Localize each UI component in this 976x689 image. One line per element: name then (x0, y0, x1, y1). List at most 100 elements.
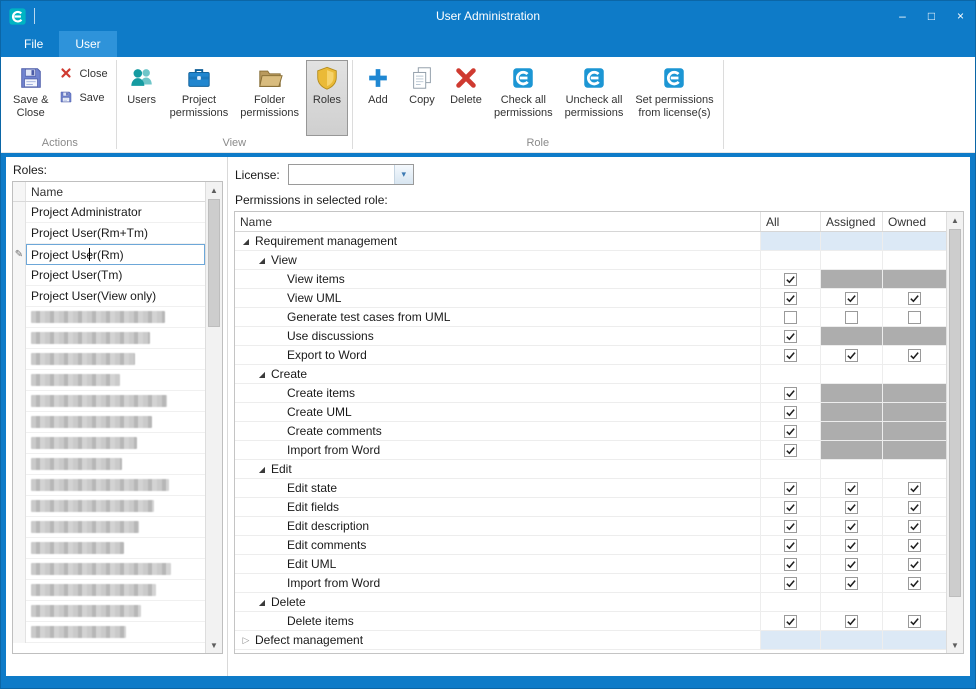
checkbox-checked[interactable] (908, 539, 921, 552)
expander-expanded-icon[interactable]: ◢ (256, 256, 268, 265)
ribbon-button-save-close[interactable]: Save & Close (8, 60, 53, 136)
roles-scrollbar-track[interactable] (206, 198, 222, 637)
roles-scrollbar[interactable]: ▲ ▼ (205, 182, 222, 653)
permission-row[interactable]: ◢Edit (235, 460, 946, 479)
scroll-down-icon[interactable]: ▼ (947, 637, 963, 653)
checkbox-checked[interactable] (845, 292, 858, 305)
checkbox-checked[interactable] (845, 482, 858, 495)
column-header-name[interactable]: Name (235, 212, 761, 231)
checkbox-checked[interactable] (908, 577, 921, 590)
permission-row[interactable]: ▷Defect management (235, 631, 946, 650)
permission-row[interactable]: Edit state (235, 479, 946, 498)
role-list-item[interactable] (13, 496, 205, 517)
checkbox-checked[interactable] (784, 425, 797, 438)
ribbon-button-folder-permissions[interactable]: Folder permissions (235, 60, 304, 136)
roles-name-column-header[interactable]: Name (26, 182, 205, 201)
checkbox-unchecked[interactable] (908, 311, 921, 324)
expander-expanded-icon[interactable]: ◢ (256, 598, 268, 607)
ribbon-button-save[interactable]: Save (55, 89, 111, 106)
ribbon-button-copy[interactable]: Copy (401, 60, 443, 136)
permission-row[interactable]: Edit comments (235, 536, 946, 555)
role-list-item[interactable] (13, 391, 205, 412)
permission-row[interactable]: Delete items (235, 612, 946, 631)
checkbox-checked[interactable] (784, 520, 797, 533)
permission-row[interactable]: View UML (235, 289, 946, 308)
permission-row[interactable]: Create comments (235, 422, 946, 441)
license-combobox[interactable]: ▾ (288, 164, 414, 185)
checkbox-checked[interactable] (845, 577, 858, 590)
checkbox-checked[interactable] (908, 349, 921, 362)
checkbox-checked[interactable] (845, 520, 858, 533)
ribbon-button-close[interactable]: Close (55, 65, 111, 82)
column-header-assigned[interactable]: Assigned (821, 212, 883, 231)
expander-expanded-icon[interactable]: ◢ (256, 370, 268, 379)
role-list-item[interactable] (13, 559, 205, 580)
permission-row[interactable]: Create items (235, 384, 946, 403)
ribbon-button-roles[interactable]: Roles (306, 60, 348, 136)
ribbon-button-set-permissions-from-license-s[interactable]: Set permissions from license(s) (630, 60, 718, 136)
role-list-item[interactable] (13, 433, 205, 454)
permission-row[interactable]: ◢Delete (235, 593, 946, 612)
minimize-icon[interactable]: – (888, 1, 917, 31)
permission-row[interactable]: View items (235, 270, 946, 289)
roles-scrollbar-thumb[interactable] (208, 199, 220, 327)
permission-row[interactable]: Create UML (235, 403, 946, 422)
role-list-item[interactable]: Project User(Rm+Tm) (13, 223, 205, 244)
checkbox-checked[interactable] (784, 615, 797, 628)
tab-user[interactable]: User (59, 31, 116, 57)
checkbox-checked[interactable] (908, 292, 921, 305)
role-list-item[interactable] (13, 622, 205, 643)
checkbox-checked[interactable] (784, 273, 797, 286)
checkbox-checked[interactable] (845, 349, 858, 362)
role-list-item-editing[interactable]: ✎Project User(Rm) (13, 244, 205, 265)
scroll-down-icon[interactable]: ▼ (206, 637, 222, 653)
ribbon-button-uncheck-all-permissions[interactable]: Uncheck all permissions (560, 60, 629, 136)
checkbox-unchecked[interactable] (845, 311, 858, 324)
expander-expanded-icon[interactable]: ◢ (240, 237, 252, 246)
scroll-up-icon[interactable]: ▲ (206, 182, 222, 198)
role-list-item[interactable]: Project Administrator (13, 202, 205, 223)
role-list-item[interactable] (13, 475, 205, 496)
chevron-down-icon[interactable]: ▾ (394, 165, 413, 184)
role-list-item[interactable] (13, 517, 205, 538)
column-header-all[interactable]: All (761, 212, 821, 231)
checkbox-checked[interactable] (908, 501, 921, 514)
tab-file[interactable]: File (8, 31, 59, 57)
checkbox-checked[interactable] (845, 501, 858, 514)
ribbon-button-add[interactable]: Add (357, 60, 399, 136)
checkbox-checked[interactable] (784, 406, 797, 419)
expander-collapsed-icon[interactable]: ▷ (240, 635, 252, 646)
checkbox-unchecked[interactable] (784, 311, 797, 324)
permissions-scrollbar-track[interactable] (947, 228, 963, 637)
checkbox-checked[interactable] (784, 558, 797, 571)
checkbox-checked[interactable] (845, 539, 858, 552)
role-list-item[interactable] (13, 412, 205, 433)
checkbox-checked[interactable] (908, 520, 921, 533)
ribbon-button-delete[interactable]: Delete (445, 60, 487, 136)
role-list-item[interactable] (13, 601, 205, 622)
checkbox-checked[interactable] (845, 615, 858, 628)
checkbox-checked[interactable] (784, 330, 797, 343)
ribbon-button-check-all-permissions[interactable]: Check all permissions (489, 60, 558, 136)
checkbox-checked[interactable] (784, 349, 797, 362)
permission-row[interactable]: Edit UML (235, 555, 946, 574)
checkbox-checked[interactable] (784, 482, 797, 495)
role-list-item[interactable] (13, 580, 205, 601)
checkbox-checked[interactable] (845, 558, 858, 571)
permission-row[interactable]: Edit fields (235, 498, 946, 517)
permission-row[interactable]: Use discussions (235, 327, 946, 346)
permission-row[interactable]: ◢View (235, 251, 946, 270)
permissions-scrollbar-thumb[interactable] (949, 229, 961, 597)
close-icon[interactable]: × (946, 1, 975, 31)
permission-row[interactable]: Import from Word (235, 441, 946, 460)
expander-expanded-icon[interactable]: ◢ (256, 465, 268, 474)
ribbon-button-project-permissions[interactable]: Project permissions (165, 60, 234, 136)
role-list-item[interactable] (13, 454, 205, 475)
role-list-item[interactable]: Project User(View only) (13, 286, 205, 307)
permission-row[interactable]: Export to Word (235, 346, 946, 365)
permission-row[interactable]: Generate test cases from UML (235, 308, 946, 327)
checkbox-checked[interactable] (908, 615, 921, 628)
role-list-item[interactable] (13, 538, 205, 559)
maximize-icon[interactable]: □ (917, 1, 946, 31)
checkbox-checked[interactable] (908, 482, 921, 495)
